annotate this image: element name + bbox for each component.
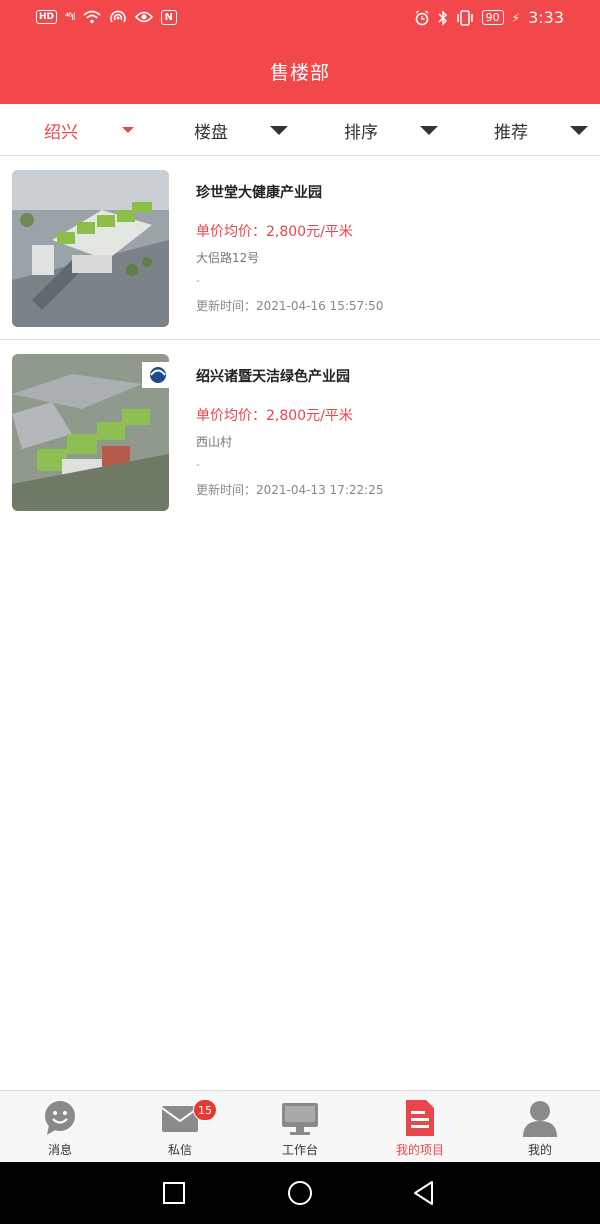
vibrate-icon <box>456 9 473 26</box>
filter-label: 绍兴 <box>44 122 78 143</box>
battery-icon: 90 <box>481 10 504 25</box>
filter-label: 推荐 <box>494 122 528 143</box>
filter-bar: 绍兴 楼盘 排序 推荐 <box>0 104 600 156</box>
clock: 3:33 <box>528 8 564 27</box>
tab-label: 我的项目 <box>395 1143 444 1157</box>
recent-apps-icon[interactable] <box>162 1181 186 1205</box>
dropdown-triangle-icon <box>570 125 588 135</box>
app-header: HD ⁴⁶ıl N 90 ⚡ 3:33 售楼部 <box>0 0 600 104</box>
nfc-icon: N <box>160 9 177 25</box>
bottom-tab-bar: 消息 私信 工作台 我的项目 我的 <box>0 1090 600 1162</box>
hotspot-icon <box>109 10 126 23</box>
home-icon[interactable] <box>287 1180 313 1206</box>
tab-label: 工作台 <box>281 1143 318 1157</box>
tab-label: 我的 <box>527 1143 552 1157</box>
dropdown-triangle-icon <box>122 127 134 133</box>
filter-label: 楼盘 <box>194 122 228 143</box>
tab-private-messages[interactable]: 私信 <box>120 1091 240 1163</box>
bluetooth-icon <box>438 9 447 26</box>
listing-card[interactable]: 珍世堂大健康产业园 单价均价：2,800元/平米 大侣路12号 - 更新时间：2… <box>0 156 600 340</box>
tab-messages[interactable]: 消息 <box>0 1091 120 1163</box>
listing-extra: - <box>196 274 200 287</box>
filter-recommend[interactable]: 推荐 <box>494 104 588 156</box>
listing-thumbnail <box>12 354 169 511</box>
monitor-icon <box>282 1103 318 1135</box>
status-bar: HD ⁴⁶ıl N 90 ⚡ 3:33 <box>0 0 600 38</box>
listing-extra: - <box>196 458 200 471</box>
cellular-signal-icon: ⁴⁶ıl <box>65 11 76 23</box>
listing-updated-time: 更新时间：2021-04-16 15:57:50 <box>196 299 384 313</box>
system-navigation-bar <box>0 1162 600 1224</box>
wifi-icon <box>83 10 101 24</box>
dropdown-triangle-icon <box>270 125 288 135</box>
listing-updated-time: 更新时间：2021-04-13 17:22:25 <box>196 483 384 497</box>
chat-bubble-icon <box>45 1101 75 1135</box>
charging-icon: ⚡ <box>511 10 521 25</box>
filter-label: 排序 <box>344 122 378 143</box>
hd-icon: HD <box>36 10 58 24</box>
filter-property[interactable]: 楼盘 <box>194 104 288 156</box>
tab-label: 私信 <box>167 1143 192 1157</box>
filter-city[interactable]: 绍兴 <box>44 104 134 156</box>
page-title: 售楼部 <box>269 62 330 84</box>
person-icon <box>523 1101 557 1137</box>
tab-workbench[interactable]: 工作台 <box>240 1091 360 1163</box>
dropdown-triangle-icon <box>420 125 438 135</box>
tab-profile[interactable]: 我的 <box>480 1091 600 1163</box>
listing-price: 单价均价：2,800元/平米 <box>196 408 353 424</box>
listing-address: 大侣路12号 <box>196 251 260 265</box>
tab-label: 消息 <box>47 1143 72 1157</box>
listing-address: 西山村 <box>196 435 233 449</box>
listing-title: 绍兴诸暨天洁绿色产业园 <box>196 369 350 385</box>
document-icon <box>406 1100 434 1136</box>
back-icon[interactable] <box>412 1180 436 1206</box>
tab-my-projects[interactable]: 我的项目 <box>360 1091 480 1163</box>
unread-count-badge: 15 <box>193 1099 217 1121</box>
alarm-icon <box>415 9 429 25</box>
listing-title: 珍世堂大健康产业园 <box>196 185 322 201</box>
filter-sort[interactable]: 排序 <box>344 104 438 156</box>
listing-thumbnail <box>12 170 169 327</box>
eye-icon <box>134 11 153 23</box>
listing-price: 单价均价：2,800元/平米 <box>196 224 353 240</box>
listing-card[interactable]: 绍兴诸暨天洁绿色产业园 单价均价：2,800元/平米 西山村 - 更新时间：20… <box>0 340 600 524</box>
